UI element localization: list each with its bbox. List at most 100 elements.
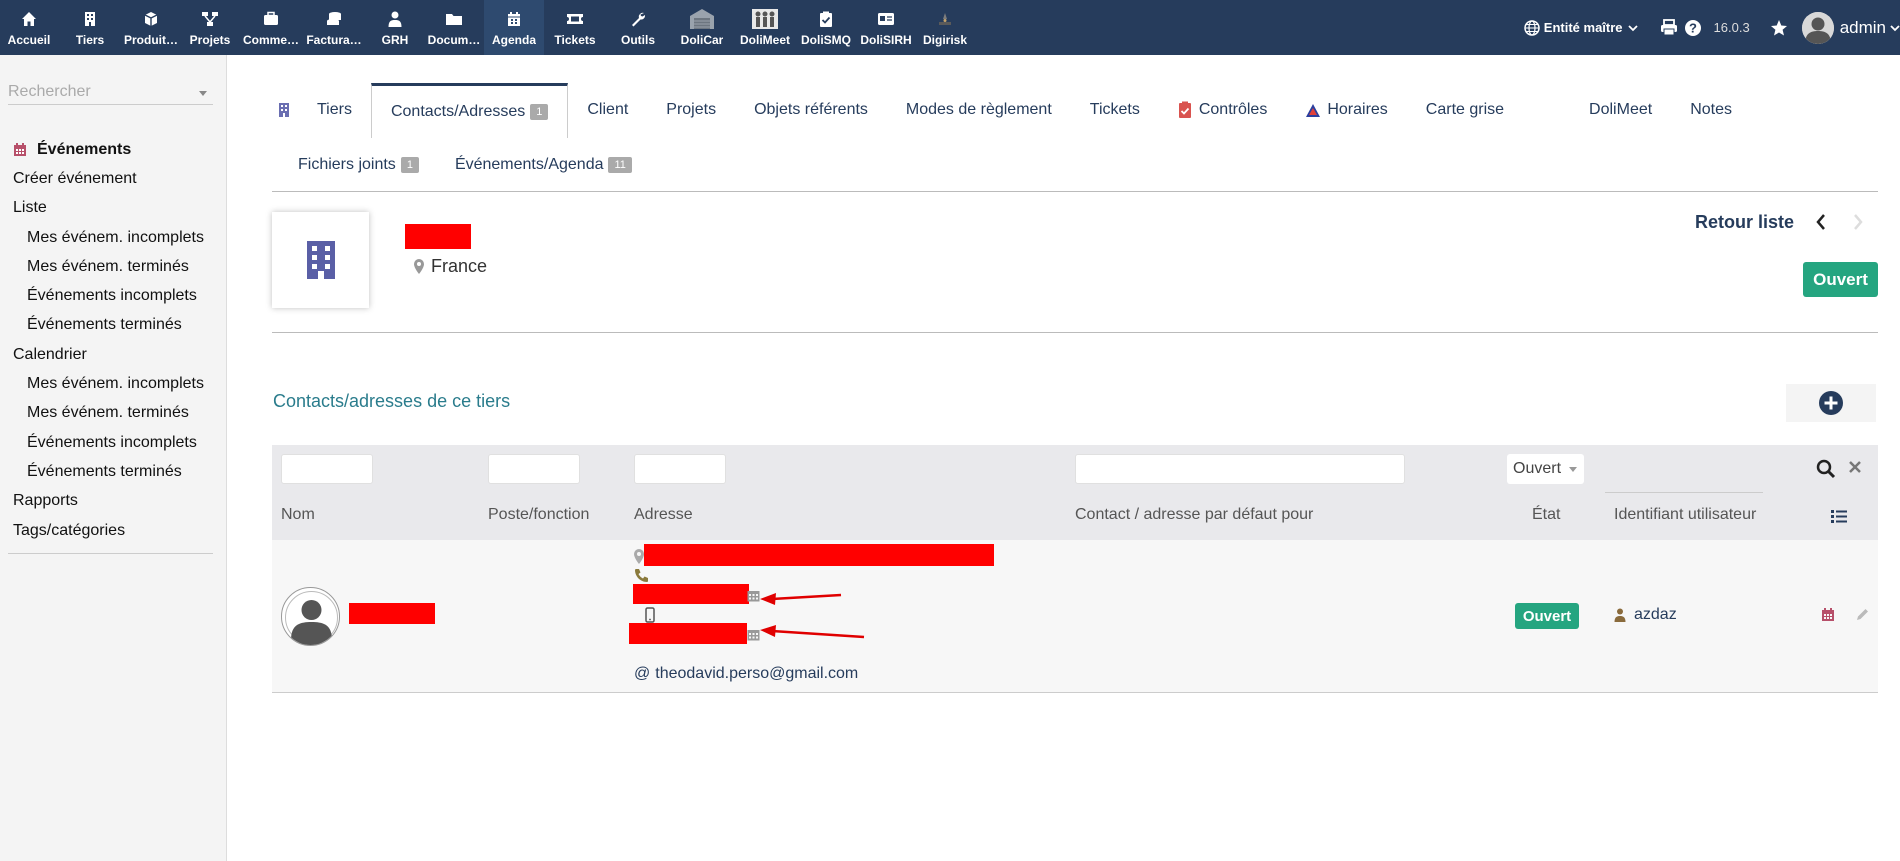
- star-icon: [1770, 19, 1788, 37]
- tab-notes[interactable]: Notes: [1671, 83, 1751, 137]
- menu-accueil[interactable]: Accueil: [0, 0, 58, 55]
- coins-icon: [326, 8, 342, 30]
- menu-dolimeet[interactable]: DoliMeet: [734, 0, 796, 55]
- help-button[interactable]: ?: [1684, 19, 1702, 37]
- section-title: Contacts/adresses de ce tiers: [273, 391, 511, 411]
- tab-modes-reglement[interactable]: Modes de règlement: [887, 83, 1071, 137]
- tab-tiers[interactable]: Tiers: [298, 83, 371, 137]
- at-sign-icon: @: [634, 665, 651, 682]
- menu-dolicar[interactable]: DoliCar: [670, 0, 734, 55]
- tab-contacts-adresses[interactable]: Contacts/Adresses 1: [370, 83, 569, 138]
- clipboard-check-icon: [819, 8, 833, 30]
- menu-documents[interactable]: Docum…: [424, 0, 484, 55]
- sidebar-item-calendrier[interactable]: Calendrier: [0, 340, 227, 369]
- sidebar-item-cal-incomplets[interactable]: Événements incomplets: [0, 428, 227, 457]
- bookmark-button[interactable]: [1770, 19, 1788, 37]
- sidebar-menu: Événements Créer événement Liste Mes évé…: [0, 135, 227, 545]
- column-header-adresse[interactable]: Adresse: [634, 506, 693, 524]
- row-edit-button[interactable]: [1855, 607, 1870, 622]
- tab-carte-grise[interactable]: Carte grise: [1407, 83, 1570, 137]
- sidebar-item-liste-termines[interactable]: Événements terminés: [0, 311, 227, 340]
- tab-evenements-agenda[interactable]: Événements/Agenda 11: [437, 145, 650, 185]
- linked-user[interactable]: azdaz: [1614, 606, 1677, 624]
- tab-projets[interactable]: Projets: [647, 83, 735, 137]
- home-icon: [21, 8, 37, 30]
- row-agenda-button[interactable]: [1821, 607, 1835, 622]
- previous-record-button[interactable]: [1815, 213, 1827, 231]
- tab-objets-referents[interactable]: Objets référents: [735, 83, 887, 137]
- sidebar-item-tags[interactable]: Tags/catégories: [0, 516, 227, 545]
- sidebar-item-rapports[interactable]: Rapports: [0, 487, 227, 516]
- column-header-identifiant[interactable]: Identifiant utilisateur: [1614, 506, 1756, 524]
- column-header-poste[interactable]: Poste/fonction: [488, 506, 589, 524]
- sidebar-item-liste-mes-termines[interactable]: Mes événem. terminés: [0, 252, 227, 281]
- calendar-icon[interactable]: [747, 589, 760, 607]
- contact-email[interactable]: @ theodavid.perso@gmail.com: [634, 665, 858, 683]
- chevron-down-icon: [1569, 467, 1577, 472]
- search-button[interactable]: [1816, 459, 1836, 479]
- top-right-tools: Entité maître ? 16.0.3 admin: [1524, 0, 1900, 55]
- chevron-down-icon: [1627, 24, 1638, 32]
- ticket-icon: [566, 8, 584, 30]
- tab-controles[interactable]: Contrôles: [1159, 83, 1286, 137]
- filter-default-for-input[interactable]: [1075, 454, 1405, 484]
- tab-horaires[interactable]: Horaires: [1286, 83, 1406, 137]
- filter-adresse-input[interactable]: [634, 454, 726, 484]
- column-selector-button[interactable]: [1830, 508, 1848, 524]
- sidebar-item-liste[interactable]: Liste: [0, 194, 227, 223]
- filter-nom-input[interactable]: [281, 454, 373, 484]
- tab-dolimeet[interactable]: DoliMeet: [1570, 83, 1671, 137]
- tab-company-card[interactable]: [272, 83, 298, 137]
- menu-produits[interactable]: Produit…: [122, 0, 180, 55]
- menu-grh[interactable]: GRH: [366, 0, 424, 55]
- column-header-etat[interactable]: État: [1532, 506, 1560, 524]
- menu-agenda[interactable]: Agenda: [484, 0, 544, 55]
- sidebar-item-liste-incomplets[interactable]: Événements incomplets: [0, 281, 227, 310]
- tab-client[interactable]: Client: [568, 83, 647, 137]
- status-badge: Ouvert: [1803, 262, 1878, 297]
- back-to-list-link[interactable]: Retour liste: [1695, 212, 1794, 233]
- tabs-divider: [272, 191, 1878, 192]
- tab-fichiers-joints[interactable]: Fichiers joints 1: [280, 145, 437, 185]
- menu-tickets[interactable]: Tickets: [544, 0, 606, 55]
- chevron-left-icon: [1815, 213, 1827, 231]
- menu-facturation[interactable]: Factura…: [302, 0, 366, 55]
- add-contact-button[interactable]: [1786, 384, 1876, 422]
- redacted-phone: [633, 584, 749, 604]
- sidebar-item-liste-mes-incomplets[interactable]: Mes événem. incomplets: [0, 223, 227, 252]
- clear-filters-button[interactable]: [1847, 459, 1863, 475]
- menu-commercial[interactable]: Comme…: [240, 0, 302, 55]
- sidebar-item-cal-mes-termines[interactable]: Mes événem. terminés: [0, 399, 227, 428]
- digirisk-icon: [937, 8, 953, 30]
- menu-dolisirh[interactable]: DoliSIRH: [856, 0, 916, 55]
- search-icon: [1816, 459, 1836, 479]
- calendar-icon: [1821, 607, 1835, 622]
- sidebar-item-cal-termines[interactable]: Événements terminés: [0, 457, 227, 486]
- user-menu[interactable]: admin: [1801, 11, 1900, 44]
- next-record-button: [1852, 213, 1864, 231]
- sidebar-item-creer-evenement[interactable]: Créer événement: [0, 164, 227, 193]
- calendar-icon[interactable]: [747, 628, 760, 646]
- menu-digirisk[interactable]: Digirisk: [916, 0, 974, 55]
- sidebar-search[interactable]: Rechercher: [8, 83, 213, 105]
- filter-separator: [1605, 492, 1763, 493]
- menu-tiers[interactable]: Tiers: [58, 0, 122, 55]
- sidebar-item-cal-mes-incomplets[interactable]: Mes événem. incomplets: [0, 369, 227, 398]
- tab-tickets[interactable]: Tickets: [1071, 83, 1159, 137]
- contact-avatar[interactable]: [281, 587, 340, 646]
- print-button[interactable]: [1660, 19, 1678, 36]
- entity-selector[interactable]: Entité maître: [1524, 19, 1638, 36]
- svg-text:?: ?: [1689, 20, 1697, 35]
- map-marker-icon: [413, 258, 425, 275]
- sidebar-item-evenements[interactable]: Événements: [0, 135, 227, 164]
- column-header-default-for[interactable]: Contact / adresse par défaut pour: [1075, 506, 1313, 524]
- menu-projets[interactable]: Projets: [180, 0, 240, 55]
- filter-status-select[interactable]: Ouvert: [1507, 454, 1584, 484]
- filter-poste-input[interactable]: [488, 454, 580, 484]
- company-logo[interactable]: [272, 212, 369, 308]
- help-icon: ?: [1684, 19, 1702, 37]
- column-header-nom[interactable]: Nom: [281, 506, 315, 524]
- menu-dolismq[interactable]: DoliSMQ: [796, 0, 856, 55]
- tabs-row-2: Fichiers joints 1 Événements/Agenda 11: [280, 145, 650, 185]
- menu-outils[interactable]: Outils: [606, 0, 670, 55]
